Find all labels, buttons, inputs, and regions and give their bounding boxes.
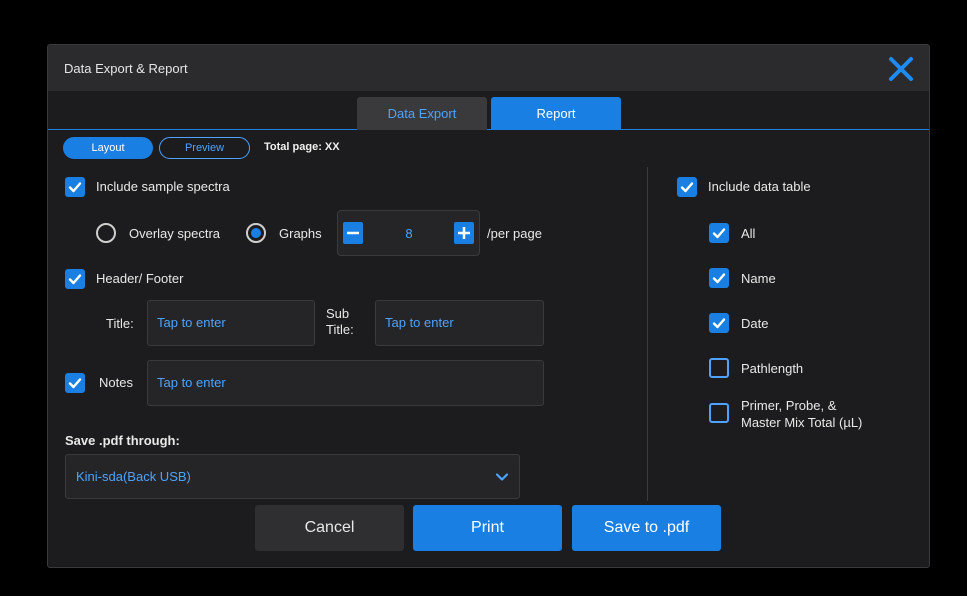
graphs-label: Graphs: [279, 226, 322, 241]
title-bar: Data Export & Report: [48, 45, 929, 91]
cancel-button[interactable]: Cancel: [255, 505, 404, 551]
table-option-name-label: Name: [741, 271, 776, 286]
graphs-radio[interactable]: [246, 223, 266, 243]
master-mix-label-line2: Master Mix Total (µL): [741, 415, 863, 430]
close-icon: [889, 57, 913, 81]
chevron-down-icon: [495, 473, 509, 481]
include-spectra-label: Include sample spectra: [96, 179, 230, 194]
include-spectra-checkbox[interactable]: [65, 177, 85, 197]
checkmark-icon: [68, 378, 82, 389]
master-mix-label-line1: Primer, Probe, &: [741, 398, 837, 413]
checkmark-icon: [68, 182, 82, 193]
table-option-all-label: All: [741, 226, 756, 241]
checkmark-icon: [68, 274, 82, 285]
table-option-pathlength-checkbox[interactable]: [709, 358, 729, 378]
tab-data-export[interactable]: Data Export: [357, 97, 487, 130]
notes-input[interactable]: Tap to enter: [147, 360, 544, 406]
subtitle-label-line2: Title:: [326, 322, 354, 337]
table-option-date-checkbox[interactable]: [709, 313, 729, 333]
graphs-per-page-stepper: 8: [337, 210, 480, 256]
table-option-master-mix-checkbox[interactable]: [709, 403, 729, 423]
subtitle-label-line1: Sub: [326, 306, 350, 321]
table-option-name-checkbox[interactable]: [709, 268, 729, 288]
checkmark-icon: [712, 273, 726, 284]
plus-icon: [458, 227, 470, 239]
checkmark-icon: [680, 182, 694, 193]
title-input[interactable]: Tap to enter: [147, 300, 315, 346]
notes-checkbox[interactable]: [65, 373, 85, 393]
save-through-label: Save .pdf through:: [65, 433, 180, 448]
total-page-label: Total page: XX: [264, 141, 340, 153]
graphs-per-page-value[interactable]: 8: [368, 226, 450, 241]
subtitle-input[interactable]: Tap to enter: [375, 300, 544, 346]
title-field-label: Title:: [106, 316, 134, 331]
checkmark-icon: [712, 318, 726, 329]
save-destination-select[interactable]: Kini-sda(Back USB): [65, 454, 520, 499]
overlay-spectra-radio[interactable]: [96, 223, 116, 243]
tab-report[interactable]: Report: [491, 97, 621, 130]
print-button[interactable]: Print: [413, 505, 562, 551]
include-data-table-checkbox[interactable]: [677, 177, 697, 197]
include-data-table-label: Include data table: [708, 179, 811, 194]
subtitle-field-label: Sub Title:: [326, 306, 354, 338]
header-footer-label: Header/ Footer: [96, 271, 184, 286]
column-divider: [647, 167, 648, 501]
table-option-pathlength-label: Pathlength: [741, 361, 804, 376]
table-option-master-mix-label: Primer, Probe, & Master Mix Total (µL): [741, 397, 862, 431]
preview-toggle-button[interactable]: Preview: [159, 137, 250, 159]
close-button[interactable]: [887, 55, 915, 83]
minus-icon: [347, 231, 359, 235]
export-report-dialog: Data Export & Report Data Export Report …: [47, 44, 930, 568]
save-to-pdf-button[interactable]: Save to .pdf: [572, 505, 721, 551]
layout-toggle-button[interactable]: Layout: [63, 137, 153, 159]
save-destination-value: Kini-sda(Back USB): [76, 469, 191, 484]
table-option-date-label: Date: [741, 316, 769, 331]
table-option-all-checkbox[interactable]: [709, 223, 729, 243]
dialog-title: Data Export & Report: [64, 61, 188, 76]
tab-bar: Data Export Report: [48, 91, 929, 130]
checkmark-icon: [712, 228, 726, 239]
header-footer-checkbox[interactable]: [65, 269, 85, 289]
notes-label: Notes: [99, 375, 133, 390]
overlay-spectra-label: Overlay spectra: [129, 226, 221, 241]
decrement-button[interactable]: [343, 222, 363, 244]
increment-button[interactable]: [454, 222, 474, 244]
per-page-suffix: /per page: [487, 226, 542, 241]
